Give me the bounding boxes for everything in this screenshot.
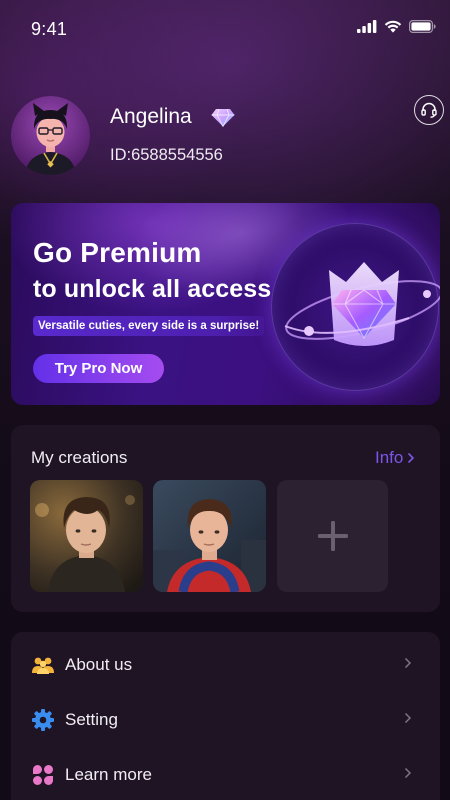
menu-card: About us Setting Learn more: [11, 632, 440, 800]
premium-banner[interactable]: Go Premium to unlock all access Versatil…: [11, 203, 440, 405]
status-icons: [357, 20, 436, 33]
headset-icon: [421, 102, 437, 118]
wifi-icon: [384, 20, 402, 33]
avatar[interactable]: [11, 96, 90, 175]
menu-item-learn-more[interactable]: Learn more: [11, 747, 440, 800]
support-button[interactable]: [414, 95, 444, 125]
plus-icon: [317, 521, 348, 551]
signal-icon: [357, 20, 377, 33]
try-pro-button[interactable]: Try Pro Now: [33, 354, 164, 383]
gear-icon: [31, 708, 55, 732]
status-time: 9:41: [31, 19, 68, 39]
menu-item-about-us[interactable]: About us: [11, 637, 440, 692]
diamond-vip-icon: [211, 108, 235, 132]
menu-item-label: About us: [65, 654, 133, 674]
creations-card: My creations Info: [11, 425, 440, 612]
info-label: Info: [375, 448, 404, 467]
crown-diamond-icon: [279, 248, 440, 373]
flower-icon: [31, 763, 55, 787]
creations-title: My creations: [31, 448, 128, 467]
menu-item-setting[interactable]: Setting: [11, 692, 440, 747]
chevron-right-icon: [408, 452, 415, 464]
chevron-right-icon: [404, 766, 412, 784]
banner-title: Go Premium: [33, 237, 202, 268]
banner-subtitle: to unlock all access: [33, 275, 272, 303]
creation-thumbnail-2[interactable]: [153, 480, 266, 592]
banner-tagline: Versatile cuties, every side is a surpri…: [33, 316, 265, 336]
battery-icon: [409, 20, 436, 33]
chevron-right-icon: [404, 711, 412, 729]
user-name: Angelina: [110, 105, 192, 128]
add-creation-button[interactable]: [277, 480, 388, 592]
menu-item-label: Setting: [65, 709, 118, 729]
chevron-right-icon: [404, 656, 412, 674]
info-link[interactable]: Info: [375, 448, 415, 468]
creation-thumbnail-1[interactable]: [30, 480, 143, 592]
menu-item-label: Learn more: [65, 764, 152, 784]
user-id: ID:6588554556: [110, 146, 223, 164]
people-icon: [31, 653, 55, 677]
